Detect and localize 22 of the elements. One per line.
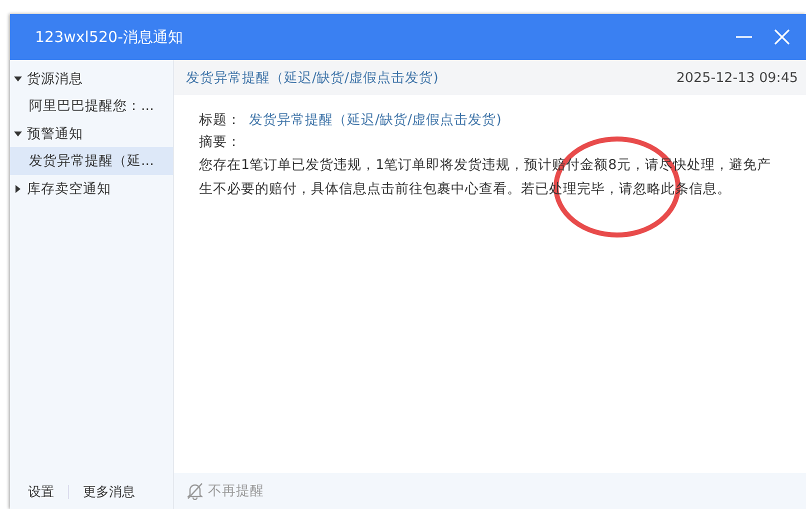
group-label: 货源消息: [27, 70, 83, 88]
summary-label: 摘要：: [199, 133, 242, 152]
message-header-title[interactable]: 发货异常提醒（延迟/缺货/虚假点击发货): [186, 68, 438, 86]
tree-group[interactable]: 货源消息: [10, 65, 173, 92]
sidebar-item[interactable]: 阿里巴巴提醒您：...: [10, 92, 173, 120]
tree-group[interactable]: 库存卖空通知: [10, 175, 173, 202]
close-icon: [774, 29, 790, 45]
caret-icon: [14, 184, 22, 192]
bell-off-icon: [186, 482, 204, 500]
group-label: 库存卖空通知: [27, 180, 111, 198]
group-label: 预警通知: [27, 124, 83, 142]
footer-link[interactable]: 设置: [22, 483, 60, 501]
message-time: 2025-12-13 09:45: [676, 70, 798, 86]
message-title-link[interactable]: 发货异常提醒（延迟/缺货/虚假点击发货): [249, 111, 502, 129]
footer-link[interactable]: 更多消息: [77, 483, 141, 501]
window-title: 123wxl520-消息通知: [35, 28, 183, 46]
caret-icon: [14, 74, 22, 82]
minimize-icon: [736, 36, 752, 38]
title-label: 标题：: [199, 111, 241, 129]
sidebar-item[interactable]: 发货异常提醒（延...: [10, 147, 173, 175]
tree-group[interactable]: 预警通知: [10, 120, 173, 147]
caret-icon: [14, 130, 22, 138]
